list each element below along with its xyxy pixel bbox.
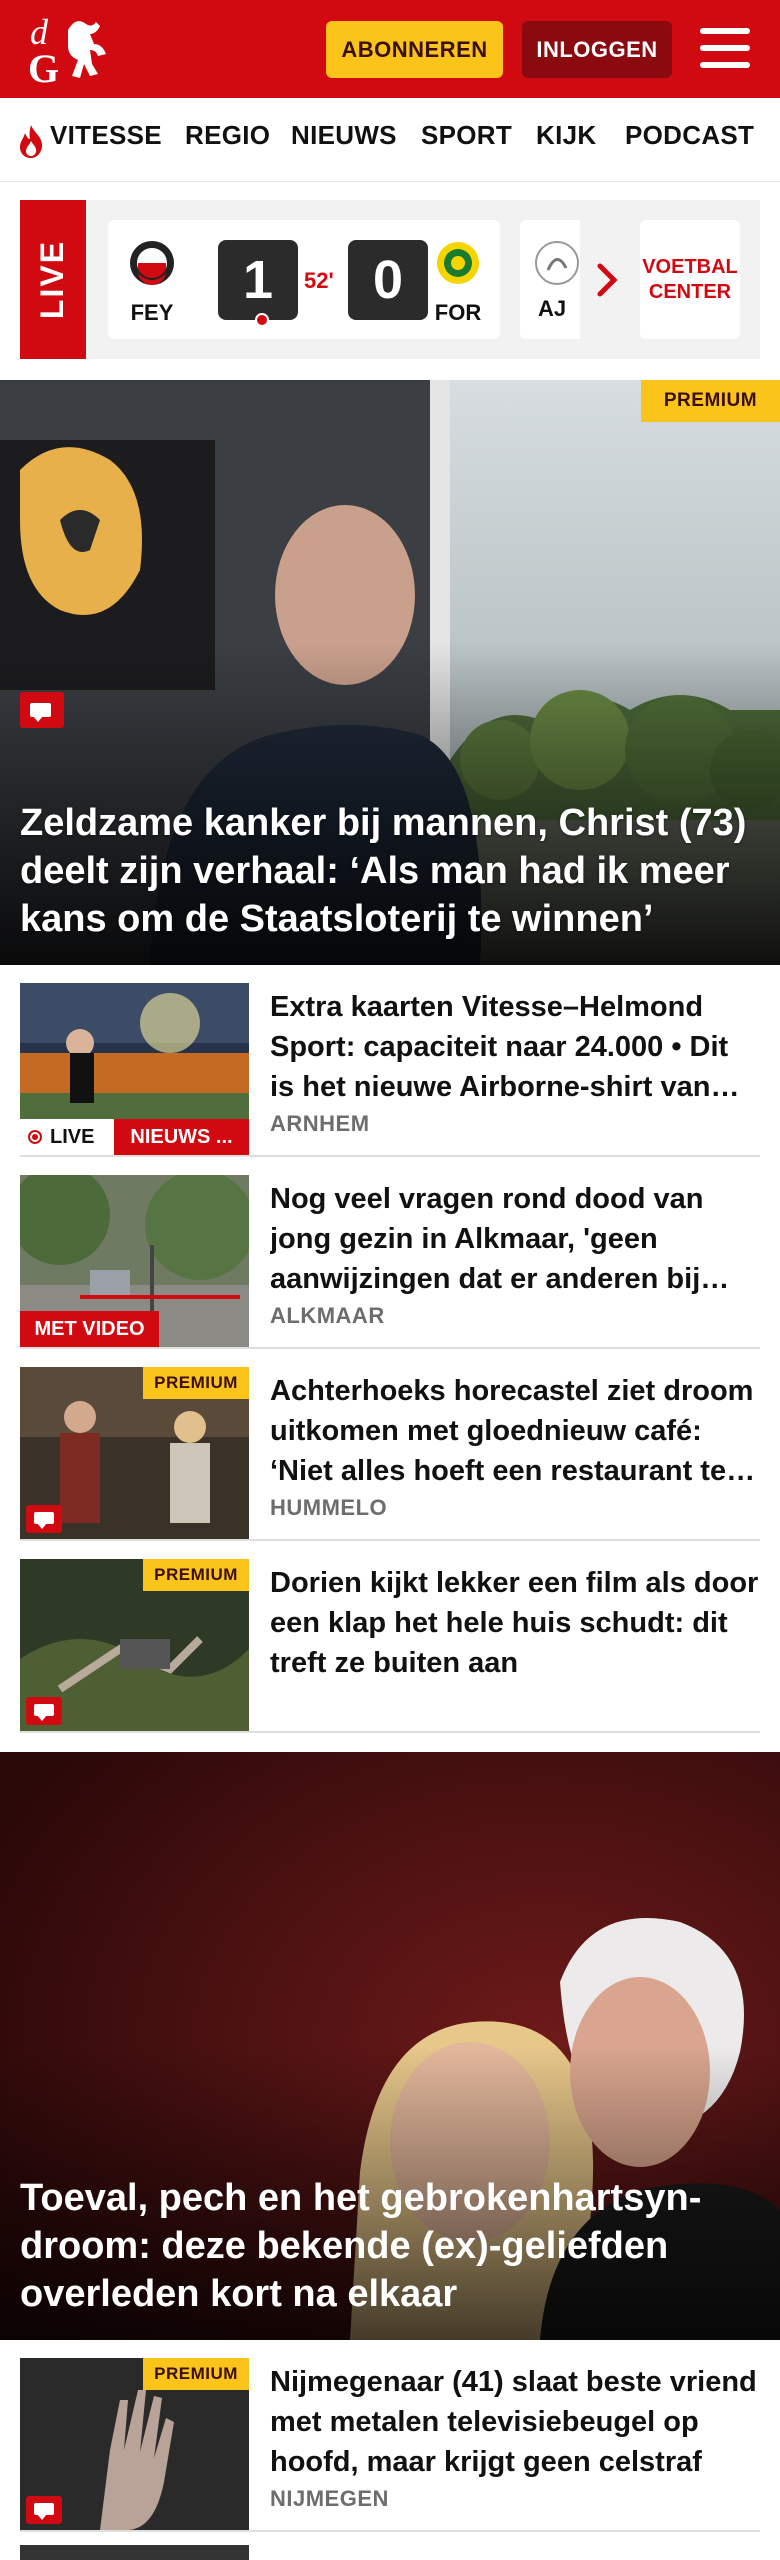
category-tag: NIEUWS ...: [114, 1119, 249, 1155]
feyenoord-crest-icon: [130, 241, 174, 285]
list-item[interactable]: PREMIUM Achterhoeks horecastel ziet droo…: [20, 1349, 760, 1541]
comment-icon: [26, 1505, 62, 1533]
article-location: ARNHEM: [270, 1111, 370, 1136]
article-title: Dorien kijkt lekker een film als door ee…: [270, 1567, 759, 1679]
article-title: Extra kaarten Vitesse–Helmond Sport: cap…: [270, 991, 729, 1103]
subscribe-button[interactable]: ABONNEREN: [326, 21, 503, 78]
nav-item-sport[interactable]: SPORT: [421, 120, 512, 151]
list-item[interactable]: PREMIUM Nijmegenaar (41) slaat beste vri…: [20, 2340, 760, 2532]
nav-item-vitesse[interactable]: VITESSE: [50, 120, 162, 151]
live-indicator-dot: [255, 313, 269, 327]
list-item[interactable]: PREMIUM Dorien kijkt lekker een film als…: [20, 1541, 760, 1733]
article-thumbnail: LIVE NIEUWS ...: [20, 983, 249, 1155]
premium-badge: PREMIUM: [143, 1367, 249, 1399]
video-tag: MET VIDEO: [20, 1311, 159, 1347]
main-nav: VITESSE REGIO NIEUWS SPORT KIJK PODCAST: [0, 98, 780, 182]
match-card-2[interactable]: AJ: [520, 220, 580, 339]
article-location: ALKMAAR: [270, 1303, 385, 1328]
hero-article[interactable]: PREMIUM Zeldzame kanker bij mannen, Chri…: [0, 380, 780, 965]
live-tag: LIVE: [20, 200, 86, 359]
article-thumbnail: MET VIDEO: [20, 1175, 249, 1347]
article-title: Nog veel vragen rond dood van jong gezin…: [270, 1183, 704, 1295]
nav-item-nieuws[interactable]: NIEUWS: [291, 120, 397, 151]
match-card[interactable]: FEY 1 52' 0 FOR: [108, 220, 500, 339]
hero-title: Zeldzame kanker bij mannen, Christ (73) …: [20, 802, 747, 940]
article-thumbnail: PREMIUM: [20, 2358, 249, 2530]
featured-title: Toeval, pech en het gebrokenhartsyn­droo…: [20, 2177, 702, 2315]
flame-icon: [20, 125, 43, 158]
voetbal-center-link[interactable]: VOETBAL CENTER: [640, 220, 740, 339]
fortuna-crest-icon: [437, 242, 479, 284]
login-button[interactable]: INLOGGEN: [522, 21, 672, 78]
hamburger-icon[interactable]: [700, 24, 750, 74]
away-team-abbr: FOR: [434, 300, 482, 325]
comment-icon: [26, 2496, 62, 2524]
premium-badge: PREMIUM: [143, 2358, 249, 2390]
article-location: NIJMEGEN: [270, 2486, 389, 2511]
premium-badge: PREMIUM: [641, 380, 780, 422]
live-label: LIVE: [20, 1119, 114, 1155]
comment-icon: [26, 1697, 62, 1725]
comment-icon: [20, 692, 64, 728]
chevron-right-icon[interactable]: [592, 260, 622, 300]
live-score-bar: LIVE FEY 1 52' 0 FOR AJ VOETBAL CENTER: [20, 200, 760, 359]
dg-logo[interactable]: d G: [24, 10, 114, 90]
home-team-abbr: FEY: [130, 300, 174, 325]
ajax-crest-icon: [535, 241, 579, 285]
list-item[interactable]: MET VIDEO Nog veel vragen rond dood van …: [20, 1157, 760, 1349]
away-score: 0: [348, 240, 428, 320]
next-team-abbr: AJ: [538, 296, 567, 321]
article-thumbnail-peek: [20, 2545, 249, 2560]
home-team: FEY: [122, 240, 182, 326]
nav-item-podcast[interactable]: PODCAST: [625, 120, 754, 151]
home-score: 1: [218, 240, 298, 320]
nav-item-kijk[interactable]: KIJK: [536, 120, 596, 151]
article-thumbnail: PREMIUM: [20, 1367, 249, 1539]
article-title: Nijmegenaar (41) slaat beste vriend met …: [270, 2366, 757, 2478]
featured-article[interactable]: Toeval, pech en het gebrokenhartsyn­droo…: [0, 1752, 780, 2340]
list-item[interactable]: LIVE NIEUWS ... Extra kaarten Vitesse–He…: [20, 965, 760, 1157]
svg-text:G: G: [28, 46, 59, 90]
article-location: HUMMELO: [270, 1495, 388, 1520]
article-title: Achterhoeks horecastel ziet droom uitkom…: [270, 1375, 754, 1487]
premium-badge: PREMIUM: [143, 1559, 249, 1591]
site-header: d G ABONNEREN INLOGGEN: [0, 0, 780, 98]
match-minute: 52': [304, 268, 334, 293]
away-team: FOR: [428, 240, 488, 326]
article-thumbnail: PREMIUM: [20, 1559, 249, 1731]
nav-item-regio[interactable]: REGIO: [185, 120, 270, 151]
